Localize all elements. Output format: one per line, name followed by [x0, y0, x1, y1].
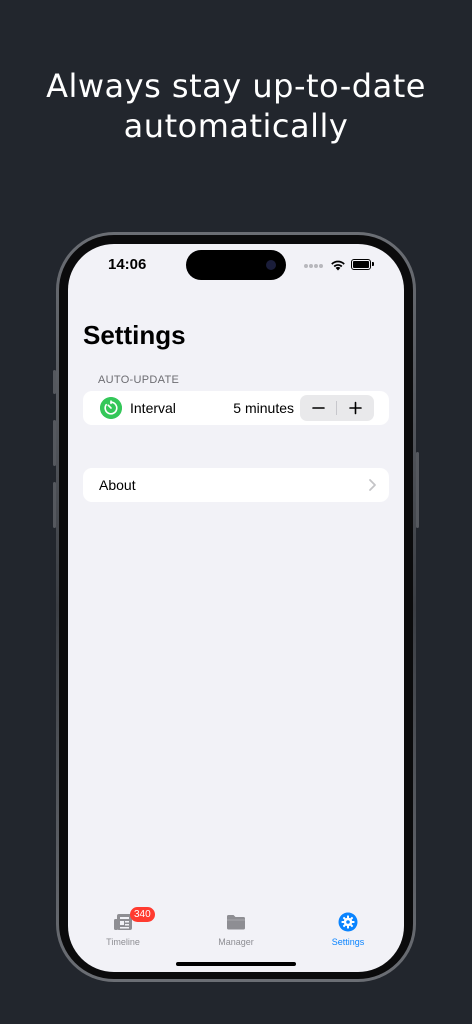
about-label: About: [99, 477, 136, 493]
cellular-signal-icon: [304, 264, 324, 268]
action-button: [53, 370, 56, 394]
tab-settings[interactable]: Settings: [303, 912, 393, 952]
page-title: Settings: [83, 320, 186, 350]
plus-icon: [349, 401, 362, 415]
headline-line-1: Always stay up-to-date: [46, 67, 426, 105]
power-button: [416, 452, 419, 528]
headline-line-2: automatically: [123, 107, 349, 145]
timer-icon: [100, 397, 122, 419]
home-indicator[interactable]: [176, 962, 296, 966]
tab-manager[interactable]: Manager: [191, 912, 281, 952]
app-store-screenshot: Always stay up-to-date automatically 14:…: [0, 0, 472, 1024]
increment-button[interactable]: [337, 395, 374, 421]
minus-icon: [312, 407, 325, 409]
marketing-headline: Always stay up-to-date automatically: [0, 66, 472, 146]
section-header-auto-update: AUTO-UPDATE: [98, 374, 180, 386]
interval-stepper: [300, 395, 374, 421]
tab-timeline[interactable]: 340 Timeline: [78, 907, 168, 952]
interval-label: Interval: [130, 400, 176, 416]
chevron-right-icon: [369, 479, 376, 491]
interval-row: Interval 5 minutes: [83, 391, 389, 425]
status-time: 14:06: [108, 256, 147, 273]
gear-icon: [338, 912, 358, 932]
tab-label-settings: Settings: [331, 937, 365, 947]
volume-up-button: [53, 420, 56, 466]
wifi-icon: [331, 260, 345, 271]
tab-label-manager: Manager: [218, 937, 254, 947]
decrement-button[interactable]: [300, 395, 337, 421]
status-icons: [304, 258, 374, 272]
folder-icon: [227, 915, 245, 930]
tab-label-timeline: Timeline: [106, 937, 140, 947]
interval-value: 5 minutes: [233, 400, 294, 416]
camera-icon: [266, 260, 276, 270]
battery-tip: [372, 262, 374, 266]
dynamic-island: [186, 250, 286, 280]
battery-icon: [351, 259, 371, 270]
about-row[interactable]: About: [83, 468, 389, 502]
phone-screen: 14:06 Settings AUTO-UPDATE Interval 5 mi…: [68, 244, 404, 972]
volume-down-button: [53, 482, 56, 528]
unread-count-badge: 340: [130, 907, 155, 922]
